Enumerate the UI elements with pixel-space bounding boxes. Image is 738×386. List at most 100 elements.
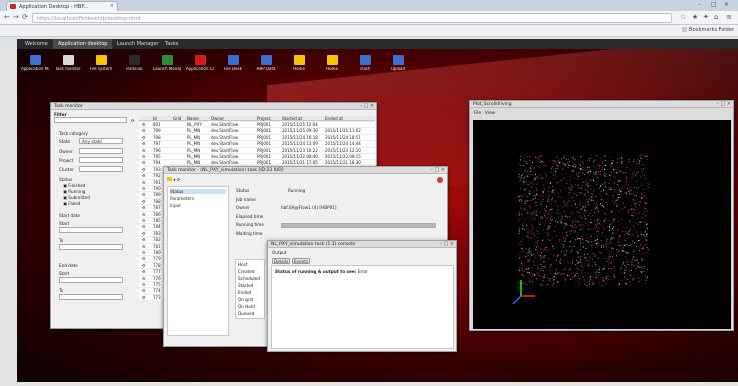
extension-icon[interactable]: ✦ <box>703 13 709 21</box>
detail-label: Waiting time <box>236 230 263 236</box>
menu-item[interactable]: Started <box>238 283 253 288</box>
tree-item-status[interactable]: Status <box>170 189 226 194</box>
menu-item[interactable]: Scheduled <box>238 276 260 281</box>
desktop-icon[interactable]: Terminal <box>120 55 148 72</box>
window-titlebar[interactable]: Task monitor - (NL_PXY_simulation) task … <box>164 167 447 174</box>
application-icon <box>29 55 41 65</box>
desktop-icon[interactable]: Home <box>318 55 346 72</box>
table-cell: 2015/11/21 17:05 <box>282 160 318 166</box>
desktop-icon[interactable]: Application Catalogue <box>186 55 214 72</box>
status-submitted-checkbox[interactable]: ▣ Submitted <box>63 195 90 200</box>
end-from-input[interactable] <box>59 277 123 283</box>
menu-item[interactable]: Ended <box>238 290 251 295</box>
console-window[interactable]: NL_PXY_simulation task (1.1) console – □… <box>267 240 457 352</box>
nav-application-desktop[interactable]: Application desktop <box>53 39 113 49</box>
close-window-icon[interactable]: × <box>724 1 729 8</box>
desktop-icon[interactable]: HBP Data <box>252 55 280 72</box>
detail-label: Job name <box>236 196 256 202</box>
desktop-icon[interactable]: Trash <box>351 55 379 72</box>
section-title: Output <box>272 250 287 255</box>
filter-input[interactable] <box>54 117 127 123</box>
tree-item-parameters[interactable]: Parameters <box>170 196 194 201</box>
window-controls-icon[interactable]: – □ × <box>430 167 445 173</box>
status-running-checkbox[interactable]: ▣ Running <box>63 189 85 194</box>
window-controls-icon[interactable]: – □ × <box>439 241 454 247</box>
plot-canvas[interactable] <box>473 120 731 329</box>
address-bar[interactable]: https://localhost/fit/desktop/desktop.ht… <box>32 13 672 23</box>
desktop-icon-label: Launch Manager <box>153 67 181 71</box>
column-header[interactable]: Name <box>187 116 199 121</box>
task-category-label: Task category <box>59 131 88 136</box>
column-header[interactable]: Ended at <box>325 116 343 121</box>
maximize-icon[interactable]: □ <box>711 1 717 8</box>
desktop-icon[interactable]: Application Manager <box>21 55 49 72</box>
reload-icon[interactable]: ⟳ <box>22 13 28 21</box>
extension-icon[interactable]: ★ <box>692 13 698 21</box>
table-cell: NL_PXY <box>187 122 202 127</box>
table-cell: 780 <box>153 250 161 255</box>
menu-view[interactable]: View <box>485 110 495 115</box>
status-failed-checkbox[interactable]: ▣ Failed <box>63 201 80 206</box>
browser-tab[interactable]: Application Desktop - HBP... × <box>6 1 118 11</box>
bookmark-star-icon[interactable]: ☆ <box>680 13 686 21</box>
table-cell: PRJ001 <box>257 154 272 159</box>
start-to-input[interactable] <box>59 244 123 250</box>
menu-item[interactable]: Queued <box>238 311 254 316</box>
column-header[interactable]: Started at <box>282 116 302 121</box>
column-header[interactable]: Id <box>153 116 157 121</box>
desktop-icon[interactable]: Home <box>285 55 313 72</box>
nav-tasks[interactable]: Tasks <box>160 39 183 49</box>
column-header[interactable]: Grid <box>173 116 181 121</box>
axis-icon <box>512 295 522 305</box>
desktop-icon[interactable]: Task monitor <box>54 55 82 72</box>
bookmarks-folder[interactable]: Bookmarks Folder <box>682 27 734 33</box>
nav-launch-manager[interactable]: Launch Manager <box>112 39 164 49</box>
menu-item[interactable]: Host <box>238 262 248 267</box>
column-header[interactable]: Owner <box>211 116 224 121</box>
owner-input[interactable] <box>79 148 123 154</box>
cluster-input[interactable] <box>79 166 123 172</box>
nav-welcome[interactable]: Welcome <box>20 39 53 49</box>
forward-icon[interactable]: → <box>13 13 19 21</box>
tab-events[interactable]: Events <box>292 258 310 264</box>
end-to-input[interactable] <box>59 294 123 300</box>
folder-icon[interactable] <box>167 177 172 181</box>
menu-item[interactable]: Created <box>238 269 255 274</box>
desktop-icon[interactable]: Launch Manager <box>153 55 181 72</box>
window-controls-icon[interactable]: – □ × <box>716 101 731 107</box>
table-cell: 774 <box>153 288 161 294</box>
favicon-icon <box>10 4 16 9</box>
table-cell: 2015/11/25 12:04 <box>282 122 318 127</box>
back-icon[interactable]: ← <box>4 13 10 21</box>
task-status-icon: ⚙ <box>142 275 146 281</box>
window-titlebar[interactable]: NL_PXY_simulation task (1.1) console – □… <box>268 241 456 248</box>
menu-file[interactable]: File <box>474 110 481 115</box>
state-select[interactable]: Any state <box>79 138 123 144</box>
task-status-icon: ⚙ <box>142 230 146 236</box>
window-titlebar[interactable]: Task monitor – □ × <box>51 103 376 110</box>
end-to-label: To <box>59 288 64 293</box>
table-cell: 2015/11/24 13:09 <box>282 141 318 147</box>
start-from-input[interactable] <box>59 227 123 233</box>
menu-item[interactable]: On Hold <box>238 304 255 309</box>
home-icon[interactable]: ⌂ <box>714 13 718 21</box>
project-input[interactable] <box>79 157 123 163</box>
task-status-icon: ⚙ <box>142 147 146 153</box>
desktop-icon[interactable]: File system <box>87 55 115 72</box>
desktop-icon[interactable]: Upload <box>384 55 412 72</box>
minimize-icon[interactable]: – <box>698 1 701 8</box>
tab-close-icon[interactable]: × <box>110 3 114 9</box>
refresh-icon[interactable]: ⟳ <box>131 118 135 123</box>
desktop-icon[interactable]: File Desk <box>219 55 247 72</box>
tree-item-input[interactable]: Input <box>170 203 181 208</box>
status-finished-checkbox[interactable]: ▣ Finished <box>63 183 85 188</box>
desktop-icon-label: Home <box>326 67 338 71</box>
table-cell: 2015/11/24 14:44 <box>325 141 361 147</box>
tab-details[interactable]: Details <box>272 258 290 264</box>
menu-icon[interactable]: ≡ <box>726 13 732 21</box>
window-titlebar[interactable]: Plot_Scrolldriving – □ × <box>470 101 733 108</box>
plot-window[interactable]: Plot_Scrolldriving – □ × File View <box>469 100 734 331</box>
column-header[interactable]: Project <box>257 116 271 121</box>
menu-item[interactable]: On grid <box>238 297 253 302</box>
window-controls-icon[interactable]: – □ × <box>359 103 374 109</box>
